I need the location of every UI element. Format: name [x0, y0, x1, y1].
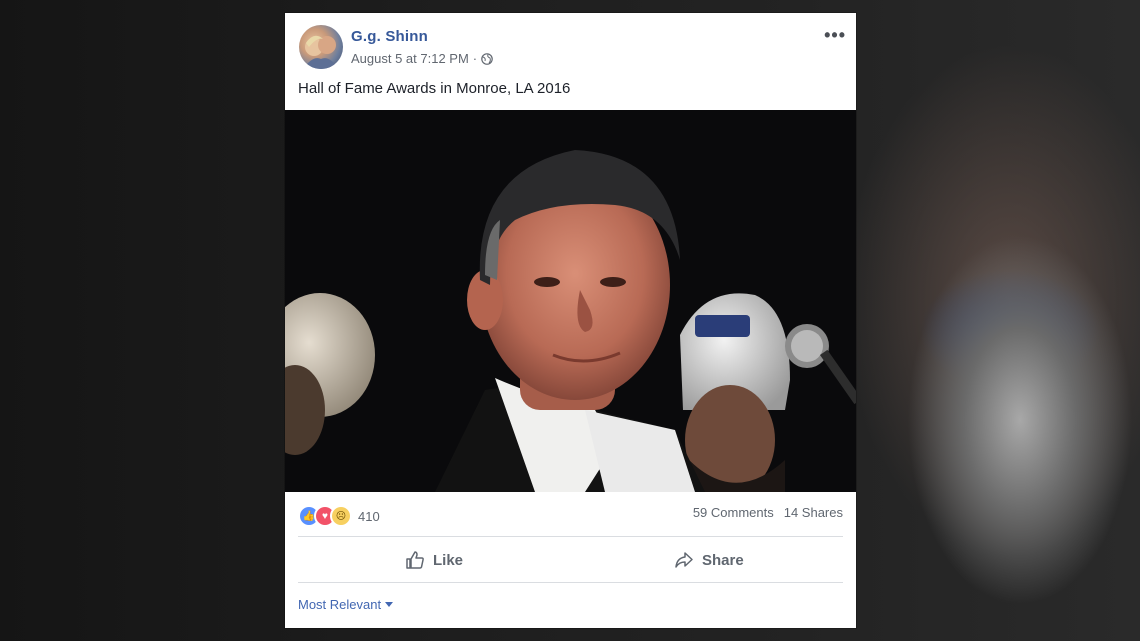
thumbs-up-icon	[406, 551, 424, 569]
divider	[298, 536, 843, 537]
post-meta: August 5 at 7:12 PM ·	[351, 51, 493, 66]
share-button[interactable]: Share	[674, 545, 744, 575]
avatar[interactable]	[299, 25, 343, 69]
like-button[interactable]: Like	[405, 545, 463, 575]
more-options-button[interactable]: •••	[824, 25, 846, 46]
engagement-counts: 59 Comments 14 Shares	[693, 505, 843, 520]
comments-sort-label: Most Relevant	[298, 597, 382, 612]
post-photo[interactable]	[285, 110, 856, 492]
globe-icon	[481, 52, 493, 65]
photo-illustration	[285, 110, 856, 492]
reactions-summary[interactable]: 👍 ♥ ☹ 410	[298, 505, 380, 527]
reaction-count[interactable]: 410	[358, 509, 380, 524]
like-label: Like	[433, 551, 464, 569]
post-caption: Hall of Fame Awards in Monroe, LA 2016	[298, 80, 571, 97]
avatar-photo	[303, 35, 339, 69]
meta-separator: ·	[472, 51, 478, 66]
author-name[interactable]: G.g. Shinn	[351, 28, 428, 45]
post-timestamp[interactable]: August 5 at 7:12 PM	[351, 51, 469, 66]
caret-down-icon	[385, 602, 394, 607]
share-arrow-icon	[675, 552, 693, 568]
share-label: Share	[702, 551, 744, 569]
comments-count[interactable]: 59 Comments	[693, 505, 774, 520]
facebook-post-card: G.g. Shinn August 5 at 7:12 PM · ••• Hal…	[285, 13, 856, 628]
divider	[298, 582, 843, 583]
shares-count[interactable]: 14 Shares	[784, 505, 843, 520]
reaction-stats-bar: 👍 ♥ ☹ 410 59 Comments 14 Shares	[298, 505, 843, 527]
comments-sort-dropdown[interactable]: Most Relevant	[298, 597, 394, 612]
sad-reaction-icon: ☹	[330, 505, 352, 527]
